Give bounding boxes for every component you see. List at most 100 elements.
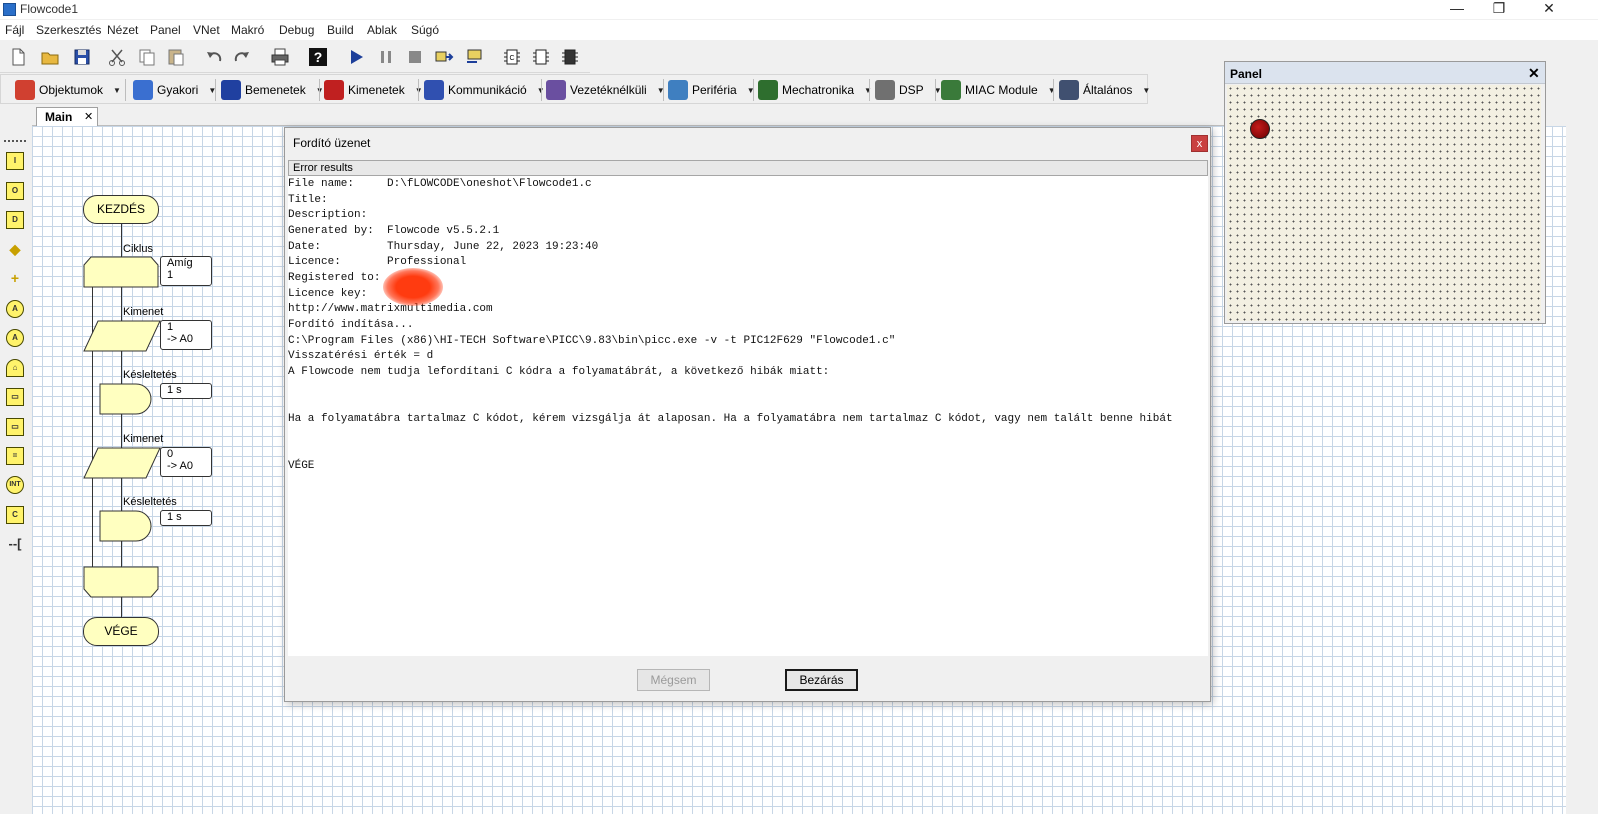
step-over-icon[interactable]	[464, 47, 484, 67]
comp-outputs-button[interactable]: Kimenetek▼	[324, 78, 423, 102]
panel-title: Panel	[1230, 67, 1263, 81]
menu-view[interactable]: Nézet	[107, 23, 138, 37]
panel-area[interactable]	[1227, 85, 1541, 321]
compile-hex-icon[interactable]	[531, 47, 551, 67]
mechatronics-icon	[758, 80, 778, 100]
component-macro-icon[interactable]: ▭	[6, 418, 24, 436]
step-into-icon[interactable]	[434, 47, 454, 67]
menu-macro[interactable]: Makró	[231, 23, 264, 37]
delay1-note: 1 s	[160, 383, 212, 399]
comp-miac-button[interactable]: MIAC Module ▼	[941, 78, 1056, 102]
close-window-button[interactable]: ✕	[1526, 0, 1572, 19]
log-line: VÉGE	[288, 460, 315, 472]
undo-icon[interactable]	[204, 47, 224, 67]
log-line: Registered to:	[288, 272, 381, 284]
cancel-button[interactable]: Mégsem	[637, 669, 710, 691]
help-icon[interactable]: ?	[308, 47, 328, 67]
chevron-down-icon: ▼	[1047, 85, 1056, 95]
delay-icon[interactable]: D	[6, 211, 24, 229]
redo-icon[interactable]	[232, 47, 252, 67]
menu-help[interactable]: Súgó	[411, 23, 439, 37]
menu-panel[interactable]: Panel	[150, 23, 181, 37]
restore-button[interactable]: ❐	[1476, 0, 1522, 19]
delay1-block[interactable]	[99, 383, 153, 415]
tab-close-icon[interactable]: ✕	[84, 110, 93, 123]
menu-file[interactable]: Fájl	[5, 23, 24, 37]
log-line: C:\Program Files (x86)\HI-TECH Software\…	[288, 335, 896, 347]
input-icon[interactable]: I	[6, 152, 24, 170]
comment-icon[interactable]: --[	[2, 536, 28, 554]
components-toolbar: Objektumok▼ Gyakori▼ Bemenetek▼ Kimenete…	[0, 74, 1150, 104]
common-icon	[133, 80, 153, 100]
calculation-icon[interactable]: =	[6, 447, 24, 465]
copy-icon[interactable]	[137, 47, 157, 67]
print-icon[interactable]	[270, 47, 290, 67]
pause-icon[interactable]	[376, 47, 396, 67]
menu-build[interactable]: Build	[327, 23, 354, 37]
comp-objects-button[interactable]: Objektumok ▼	[15, 78, 121, 102]
minimize-button[interactable]: —	[1434, 0, 1480, 19]
comp-common-button[interactable]: Gyakori ▼	[133, 78, 216, 102]
menu-bar: Fájl Szerkesztés Nézet Panel VNet Makró …	[0, 20, 1598, 40]
loop-end-block[interactable]	[83, 566, 159, 598]
panel-title-bar[interactable]: Panel ✕	[1225, 62, 1545, 84]
output2-block[interactable]	[83, 447, 161, 479]
comp-peripheral-button[interactable]: Periféria ▼	[668, 78, 755, 102]
chevron-down-icon: ▼	[1142, 85, 1151, 95]
stop-icon[interactable]	[405, 47, 425, 67]
run-icon[interactable]	[346, 47, 366, 67]
panel-window: Panel ✕	[1224, 61, 1546, 324]
save-icon[interactable]	[72, 47, 92, 67]
menu-window[interactable]: Ablak	[367, 23, 397, 37]
macro-icon[interactable]: ▭	[6, 388, 24, 406]
compiler-message-dialog: Fordító üzenet x Error results File name…	[284, 127, 1211, 702]
connection-point-icon[interactable]: A	[6, 300, 24, 318]
peripheral-icon	[668, 80, 688, 100]
paste-icon[interactable]	[166, 47, 186, 67]
goto-icon[interactable]: A	[6, 329, 24, 347]
outputs-icon	[324, 80, 344, 100]
menu-edit[interactable]: Szerkesztés	[36, 23, 101, 37]
cut-icon[interactable]	[107, 47, 127, 67]
output1-block[interactable]	[83, 320, 161, 352]
dialog-close-button[interactable]: x	[1191, 135, 1208, 152]
c-code-icon[interactable]: C	[6, 506, 24, 524]
start-terminal[interactable]: KEZDÉS	[83, 195, 159, 224]
comp-general-button[interactable]: Általános ▼	[1059, 78, 1150, 102]
log-line: Description:	[288, 209, 368, 221]
interrupt-icon[interactable]: INT	[6, 476, 24, 494]
panel-close-icon[interactable]: ✕	[1528, 65, 1540, 82]
output-icon[interactable]: O	[6, 182, 24, 200]
loop-label: Ciklus	[123, 243, 153, 255]
compile-c-icon[interactable]: C	[502, 47, 522, 67]
comp-communication-button[interactable]: Kommunikáció▼	[424, 78, 545, 102]
app-icon	[3, 3, 16, 16]
compile-chip-icon[interactable]	[560, 47, 580, 67]
end-terminal[interactable]: VÉGE	[83, 617, 159, 646]
log-line: Ha a folyamatábra tartalmaz C kódot, kér…	[288, 413, 1173, 425]
dialog-title: Fordító üzenet	[293, 136, 371, 150]
menu-debug[interactable]: Debug	[279, 23, 314, 37]
comp-inputs-button[interactable]: Bemenetek▼	[221, 78, 324, 102]
log-line: Visszatérési érték = d	[288, 350, 434, 362]
comp-mechatronics-button[interactable]: Mechatronika ▼	[758, 78, 872, 102]
close-button[interactable]: Bezárás	[785, 669, 858, 691]
loop-block[interactable]	[83, 256, 159, 288]
comp-dsp-button[interactable]: DSP ▼	[875, 78, 942, 102]
loop-icon[interactable]: ⌂	[6, 359, 24, 377]
led-component[interactable]	[1250, 119, 1270, 139]
log-line: http://www.matrixmultimedia.com	[288, 303, 493, 315]
comp-wireless-button[interactable]: Vezetéknélküli ▼	[546, 78, 665, 102]
tab-main[interactable]: Main ✕	[36, 107, 98, 126]
new-file-icon[interactable]	[8, 47, 28, 67]
palette-grip[interactable]	[4, 140, 26, 142]
delay2-block[interactable]	[99, 510, 153, 542]
switch-icon[interactable]: +	[6, 270, 24, 288]
decision-icon[interactable]: ◆	[6, 241, 24, 259]
menu-vnet[interactable]: VNet	[193, 23, 220, 37]
compiler-output-text[interactable]: File name: D:\fLOWCODE\oneshot\Flowcode1…	[288, 176, 1208, 656]
log-line: Licence: Professional	[288, 256, 467, 268]
open-folder-icon[interactable]	[40, 47, 60, 67]
general-tools-icon	[1059, 80, 1079, 100]
delay1-label: Késleltetés	[123, 369, 177, 381]
